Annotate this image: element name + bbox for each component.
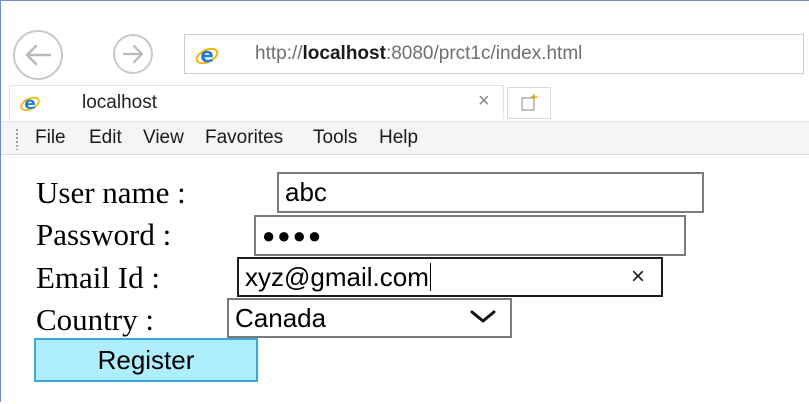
username-input[interactable]: abc: [277, 172, 704, 213]
password-mask: ●●●●: [262, 222, 324, 248]
address-bar[interactable]: e http://localhost:8080/prct1c/index.htm…: [184, 34, 804, 74]
username-value: abc: [285, 177, 327, 207]
text-caret: [429, 263, 431, 291]
username-label: User name :: [36, 175, 186, 210]
navigation-bar: e http://localhost:8080/prct1c/index.htm…: [1, 1, 809, 83]
url-text[interactable]: http://localhost:8080/prct1c/index.html: [255, 43, 582, 65]
menu-edit[interactable]: Edit: [89, 127, 122, 149]
menu-favorites[interactable]: Favorites: [205, 127, 283, 149]
email-input[interactable]: xyz@gmail.com ×: [237, 257, 663, 297]
menu-tools[interactable]: Tools: [313, 127, 357, 149]
browser-window: e http://localhost:8080/prct1c/index.htm…: [0, 0, 809, 404]
forward-button[interactable]: [113, 34, 153, 74]
new-tab-button[interactable]: [507, 87, 551, 119]
ie-logo-icon: e: [20, 94, 40, 114]
email-value: xyz@gmail.com: [245, 261, 429, 292]
clear-icon[interactable]: ×: [631, 263, 645, 291]
ie-logo-icon: e: [195, 43, 219, 67]
email-label: Email Id :: [36, 260, 160, 295]
country-label: Country :: [36, 302, 154, 337]
forward-arrow-icon: [122, 44, 144, 64]
password-label: Password :: [36, 217, 172, 252]
back-arrow-icon: [25, 44, 52, 66]
tab-title: localhost: [82, 92, 157, 113]
country-value: Canada: [235, 302, 327, 333]
svg-text:e: e: [24, 94, 36, 114]
menu-bar: File Edit View Favorites Tools Help: [1, 121, 809, 155]
menu-view[interactable]: View: [143, 127, 184, 149]
toolbar-grip: [15, 128, 19, 150]
register-button[interactable]: Register: [34, 338, 258, 382]
country-select[interactable]: Canada: [227, 298, 512, 338]
password-input[interactable]: ●●●●: [254, 215, 686, 256]
menu-help[interactable]: Help: [379, 127, 418, 149]
tab-bar: e localhost ×: [1, 83, 809, 121]
new-tab-icon: [521, 94, 537, 111]
back-button[interactable]: [13, 30, 63, 80]
chevron-down-icon: [470, 310, 496, 323]
tab-close-icon[interactable]: ×: [478, 90, 490, 113]
page-content: User name : abc Password : ●●●● Email Id…: [1, 155, 809, 404]
tab-localhost[interactable]: e localhost ×: [9, 85, 504, 119]
svg-text:e: e: [200, 43, 214, 67]
menu-file[interactable]: File: [35, 127, 66, 149]
